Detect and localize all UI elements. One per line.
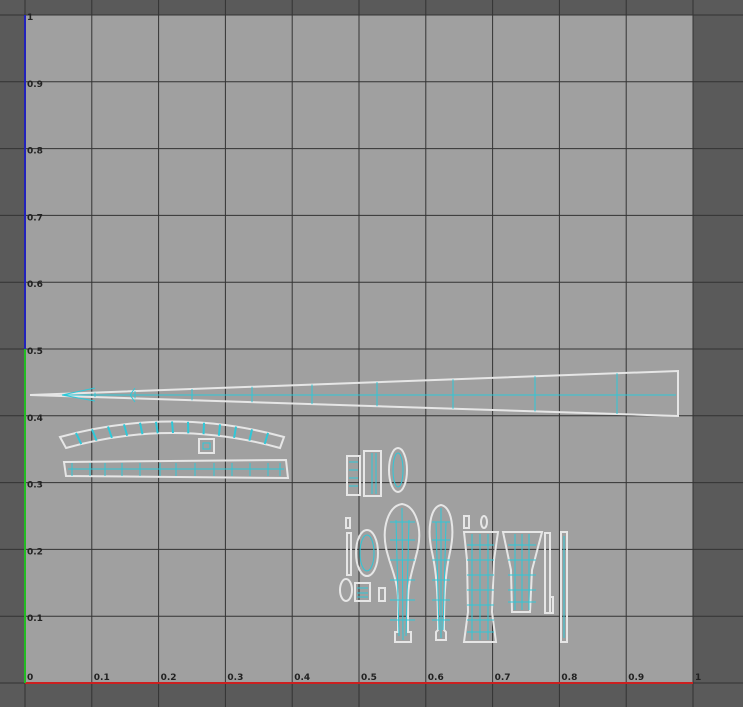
shell-wireframe bbox=[171, 421, 174, 434]
u-tick-label: 0.9 bbox=[628, 673, 644, 683]
v-tick-label: 0.8 bbox=[27, 147, 43, 157]
shell-wireframe bbox=[217, 424, 221, 436]
u-tick-label: 0.3 bbox=[227, 673, 243, 683]
v-tick-label: 0.3 bbox=[27, 481, 43, 491]
v-tick-label: 1 bbox=[27, 13, 33, 23]
u-tick-label: 0.2 bbox=[161, 673, 177, 683]
u-tick-label: 0.6 bbox=[428, 673, 444, 683]
v-tick-label: 0.9 bbox=[27, 80, 43, 90]
v-tick-label: 0.1 bbox=[27, 614, 43, 624]
uv-shell-thin-rod-b[interactable] bbox=[560, 531, 568, 643]
v-tick-label: 0.4 bbox=[27, 414, 43, 424]
v-tick-label: 0.7 bbox=[27, 213, 43, 223]
u-tick-label: 0.7 bbox=[495, 673, 511, 683]
u-tick-label: 0.8 bbox=[561, 673, 577, 683]
u-tick-label: 0 bbox=[27, 673, 33, 683]
v-tick-label: 0.5 bbox=[27, 347, 43, 357]
u-tick-label: 0.4 bbox=[294, 673, 310, 683]
u-tick-label: 1 bbox=[695, 673, 701, 683]
u-tick-label: 0.1 bbox=[94, 673, 110, 683]
v-tick-label: 0.2 bbox=[27, 547, 43, 557]
uv-editor-viewport[interactable]: 0 0.1 0.2 0.3 0.4 0.5 0.6 0.7 0.8 0.9 1 0.1 0.2 0.3 0.… bbox=[0, 0, 743, 707]
v-tick-label: 0.6 bbox=[27, 280, 43, 290]
u-tick-label: 0.5 bbox=[361, 673, 377, 683]
